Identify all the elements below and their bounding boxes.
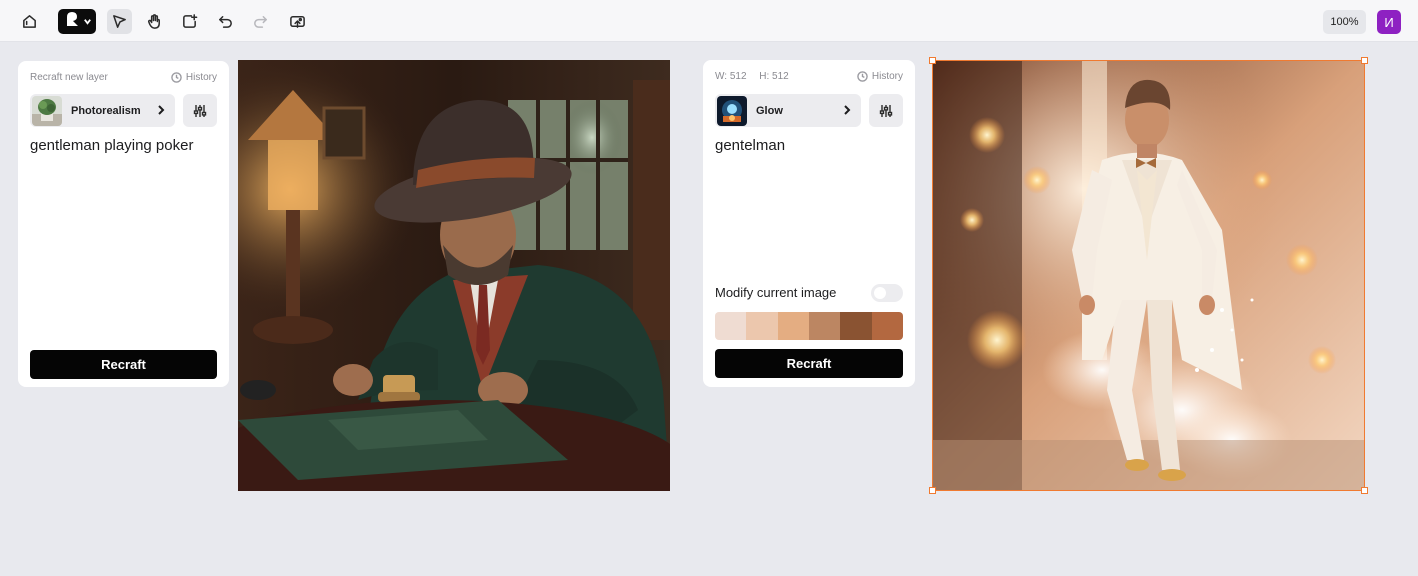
style-settings-button[interactable]: [183, 94, 217, 127]
history-label: History: [185, 72, 217, 83]
layer-settings-panel: W: 512 H: 512 History Glow gentelman Mod…: [703, 60, 915, 387]
sliders-icon: [193, 104, 207, 117]
color-palette[interactable]: [715, 312, 903, 340]
redo-icon: [254, 16, 267, 28]
add-frame-button[interactable]: [177, 9, 202, 34]
logo-icon: [63, 10, 81, 33]
sliders-icon: [879, 104, 893, 117]
palette-swatch[interactable]: [871, 312, 903, 340]
modify-toggle[interactable]: [871, 284, 903, 302]
modify-label: Modify current image: [715, 285, 837, 300]
glowing-gentleman-image[interactable]: [932, 60, 1365, 491]
undo-button[interactable]: [213, 9, 238, 34]
chevron-down-icon: [83, 13, 92, 31]
logo-menu-button[interactable]: [58, 9, 96, 34]
history-label: History: [871, 71, 903, 82]
clock-icon: [857, 71, 868, 82]
zoom-level[interactable]: 100%: [1323, 10, 1366, 34]
photorealism-thumbnail: [32, 95, 62, 126]
style-selector[interactable]: Photorealism: [30, 94, 175, 127]
modify-current-image-row: Modify current image: [715, 284, 903, 302]
select-cursor-icon: [113, 15, 126, 28]
palette-swatch[interactable]: [777, 312, 809, 340]
home-button[interactable]: [17, 9, 42, 34]
palette-swatch[interactable]: [840, 312, 872, 340]
redo-button[interactable]: [248, 9, 273, 34]
panel-header: Recraft new layer: [30, 72, 108, 83]
clock-icon: [171, 72, 182, 83]
frame-add-icon: [183, 14, 198, 28]
chevron-right-icon: [842, 102, 852, 120]
dimensions: W: 512 H: 512: [715, 71, 789, 82]
glow-thumbnail: [717, 95, 747, 126]
style-settings-button[interactable]: [869, 94, 903, 127]
poker-gentleman-image[interactable]: [238, 60, 670, 491]
history-button[interactable]: History: [857, 71, 903, 82]
palette-swatch[interactable]: [808, 312, 841, 340]
hand-icon: [148, 14, 160, 29]
export-button[interactable]: [285, 9, 310, 34]
export-icon: [290, 16, 305, 28]
top-toolbar: 100% И: [0, 0, 1418, 42]
palette-swatch[interactable]: [746, 312, 778, 340]
palette-swatch[interactable]: [715, 312, 747, 340]
height-label: H: 512: [759, 71, 789, 82]
style-name: Photorealism: [71, 104, 141, 117]
user-avatar[interactable]: И: [1377, 10, 1401, 34]
recraft-new-layer-panel: Recraft new layer History Photorealism g…: [18, 61, 229, 387]
select-tool-button[interactable]: [107, 9, 132, 34]
recraft-button[interactable]: Recraft: [30, 350, 217, 379]
recraft-button[interactable]: Recraft: [715, 349, 903, 378]
style-selector[interactable]: Glow: [715, 94, 861, 127]
prompt-text[interactable]: gentelman: [715, 137, 905, 154]
prompt-text[interactable]: gentleman playing poker: [30, 137, 220, 154]
style-name: Glow: [756, 104, 783, 117]
undo-icon: [219, 16, 232, 28]
home-icon: [23, 15, 36, 28]
hand-tool-button[interactable]: [142, 9, 167, 34]
width-label: W: 512: [715, 71, 747, 82]
chevron-right-icon: [156, 102, 166, 120]
history-button[interactable]: History: [171, 72, 217, 83]
